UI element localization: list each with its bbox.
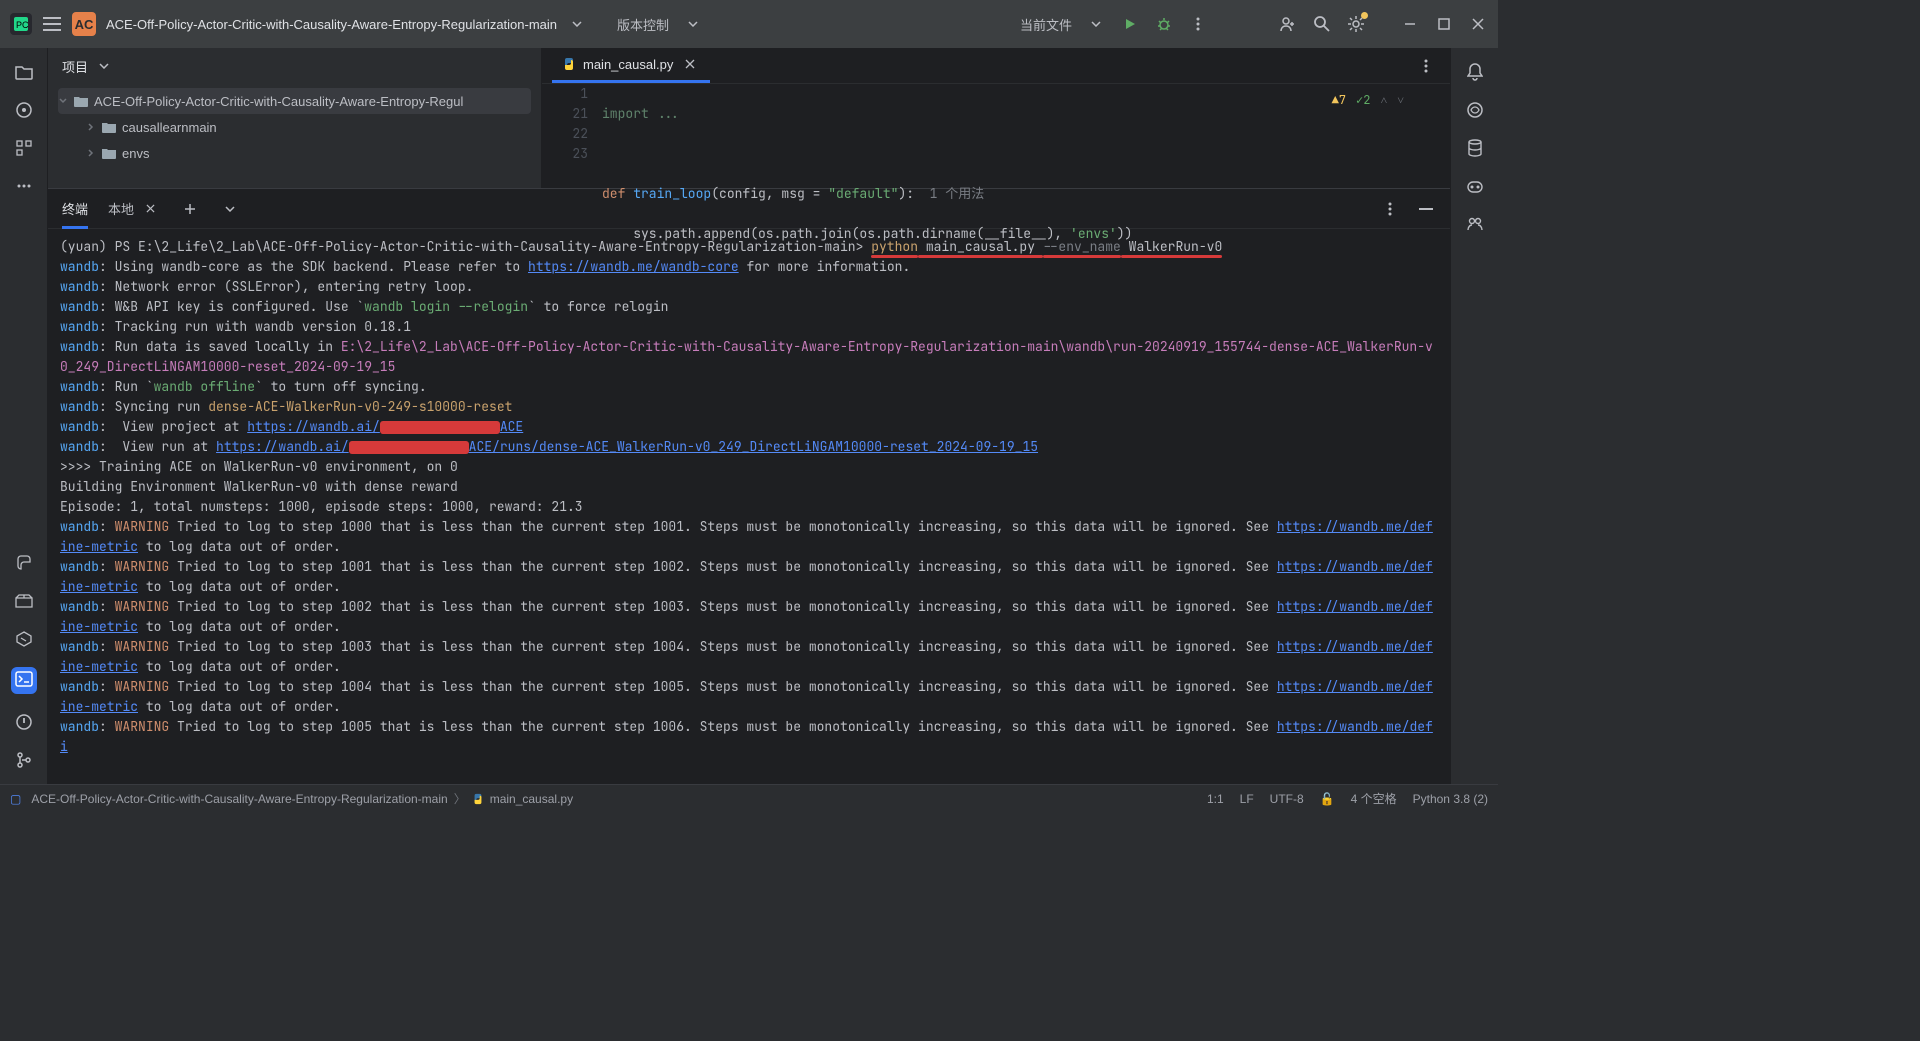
packages-icon[interactable] (14, 591, 34, 611)
inspection-widget[interactable]: ▲7 ✓2 ˄ ˅ (1332, 92, 1404, 108)
right-tool-rail (1450, 48, 1498, 784)
tree-label: envs (122, 146, 149, 161)
more-icon[interactable] (1188, 14, 1208, 34)
close-tab-icon[interactable] (680, 54, 700, 74)
close-session-icon[interactable] (140, 199, 160, 219)
services-icon[interactable] (14, 629, 34, 649)
chevron-down-icon[interactable] (683, 14, 703, 34)
chevron-down-icon[interactable] (567, 14, 587, 34)
vcs-menu[interactable]: 版本控制 (617, 15, 669, 34)
python-file-icon (472, 793, 484, 805)
indent-label[interactable]: 4 个空格 (1351, 790, 1397, 807)
tree-label: ACE-Off-Policy-Actor-Critic-with-Causali… (94, 94, 463, 109)
search-icon[interactable] (1312, 14, 1332, 34)
copilot-icon[interactable] (1465, 176, 1485, 196)
status-bar: ▢ ACE-Off-Policy-Actor-Critic-with-Causa… (0, 784, 1498, 812)
line-separator[interactable]: LF (1240, 792, 1254, 806)
svg-text:PC: PC (16, 20, 29, 30)
maximize-icon[interactable] (1434, 14, 1454, 34)
ai-assist-icon[interactable] (1465, 100, 1485, 120)
breadcrumb[interactable]: ACE-Off-Policy-Actor-Critic-with-Causali… (31, 790, 573, 807)
tree-item[interactable]: causallearnmain (58, 114, 531, 140)
titlebar: PC AC ACE-Off-Policy-Actor-Critic-with-C… (0, 0, 1498, 48)
terminal-session-tab[interactable]: 本地 (108, 199, 160, 219)
run-icon[interactable] (1120, 14, 1140, 34)
chevron-down-icon[interactable] (94, 56, 114, 76)
debug-icon[interactable] (1154, 14, 1174, 34)
chevron-down-icon[interactable] (1086, 14, 1106, 34)
python-file-icon (562, 57, 576, 71)
terminal-tool-icon[interactable] (11, 667, 37, 694)
module-icon: ▢ (10, 792, 21, 806)
close-icon[interactable] (1468, 14, 1488, 34)
database-icon[interactable] (1465, 138, 1485, 158)
editor-more-icon[interactable] (1416, 56, 1436, 76)
tree-root[interactable]: ACE-Off-Policy-Actor-Critic-with-Causali… (58, 88, 531, 114)
terminal-tab[interactable]: 终端 (62, 188, 88, 229)
python-console-icon[interactable] (14, 553, 34, 573)
project-panel-title: 项目 (62, 57, 88, 76)
plus-icon[interactable] (180, 199, 200, 219)
run-config-selector[interactable]: 当前文件 (1020, 15, 1072, 34)
file-tab[interactable]: main_causal.py (552, 48, 710, 83)
collab-icon[interactable] (1465, 214, 1485, 234)
file-encoding[interactable]: UTF-8 (1270, 792, 1304, 806)
cursor-position[interactable]: 1:1 (1207, 792, 1224, 806)
gutter: 1212223 (542, 84, 602, 284)
project-badge[interactable]: AC (72, 12, 96, 36)
tree-label: causallearnmain (122, 120, 217, 135)
project-panel: 项目 ACE-Off-Policy-Actor-Critic-with-Caus… (48, 48, 542, 188)
terminal-output[interactable]: (yuan) PS E:\2_Life\2_Lab\ACE-Off-Policy… (48, 229, 1450, 784)
tab-label: main_causal.py (583, 57, 673, 72)
editor-area: main_causal.py 1212223 import ... def tr… (542, 48, 1450, 188)
code-with-me-icon[interactable] (1278, 14, 1298, 34)
chevron-down-icon[interactable] (220, 199, 240, 219)
more-tool-icon[interactable] (14, 176, 34, 196)
project-tool-icon[interactable] (14, 62, 34, 82)
app-icon: PC (10, 13, 32, 35)
project-name[interactable]: ACE-Off-Policy-Actor-Critic-with-Causali… (106, 17, 557, 32)
notifications-icon[interactable] (1465, 62, 1485, 82)
left-tool-rail (0, 48, 48, 784)
problems-icon[interactable] (14, 712, 34, 732)
minimize-icon[interactable] (1400, 14, 1420, 34)
commit-tool-icon[interactable] (14, 100, 34, 120)
lock-icon[interactable]: 🔓 (1320, 792, 1335, 806)
settings-icon[interactable] (1346, 14, 1366, 34)
interpreter[interactable]: Python 3.8 (2) (1413, 792, 1488, 806)
vcs-icon[interactable] (14, 750, 34, 770)
tree-item[interactable]: envs (58, 140, 531, 166)
structure-tool-icon[interactable] (14, 138, 34, 158)
hamburger-menu-icon[interactable] (42, 14, 62, 34)
